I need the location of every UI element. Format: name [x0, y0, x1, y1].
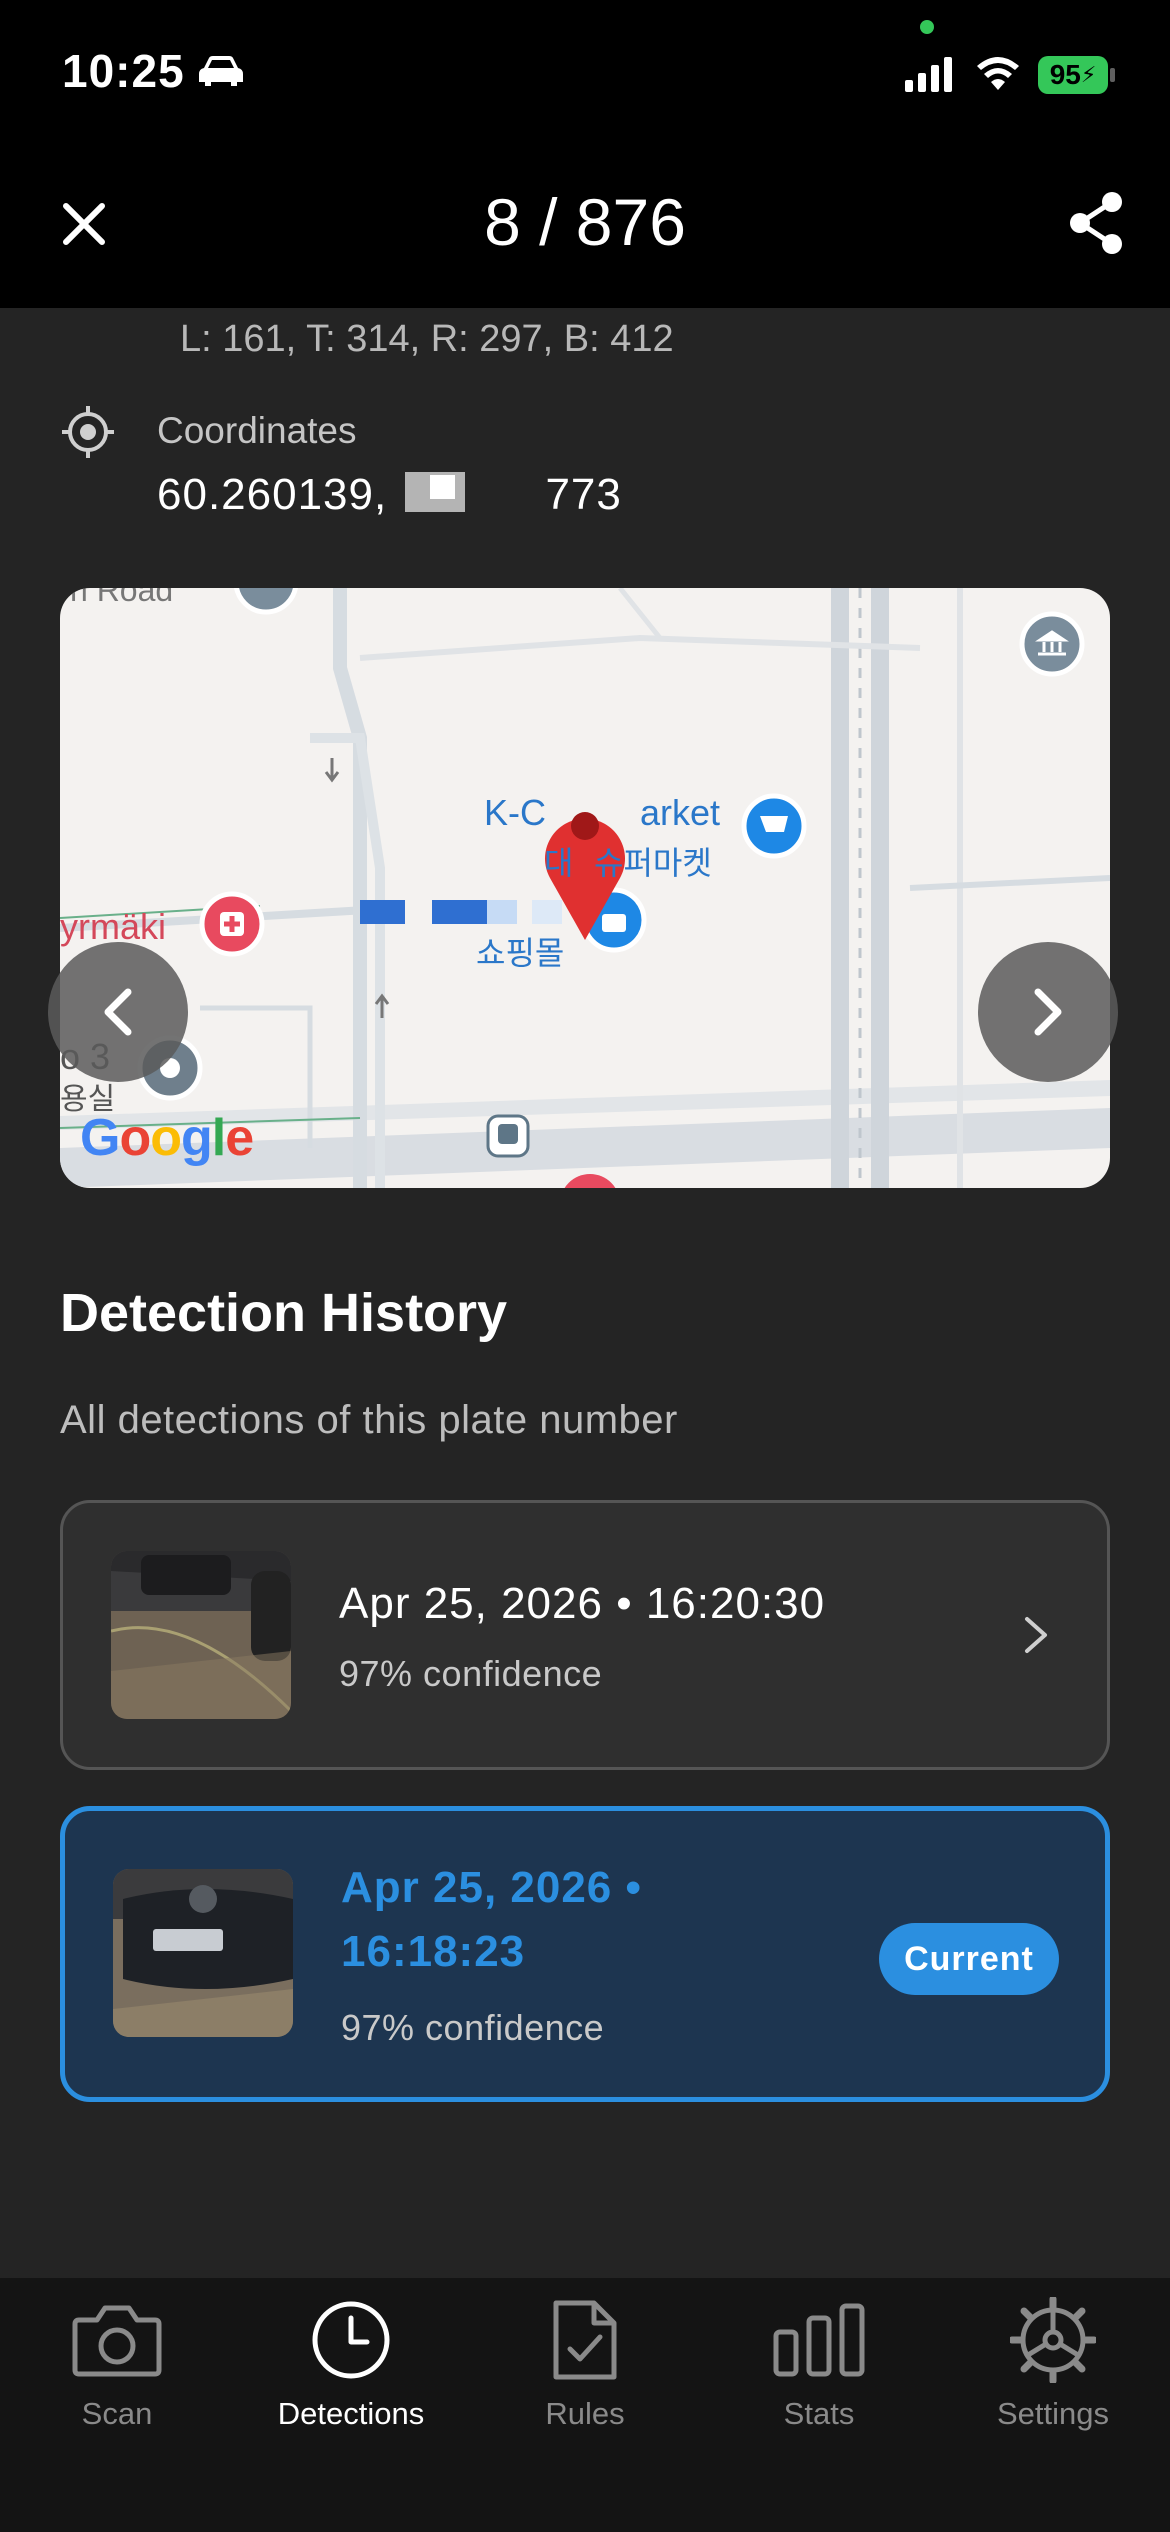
- detection-thumbnail: [113, 1869, 293, 2037]
- chevron-right-icon: [1025, 1617, 1047, 1653]
- map-label-korean-b: 슈퍼마켓: [594, 845, 712, 881]
- next-button[interactable]: [978, 942, 1118, 1082]
- location-target-icon: [62, 406, 114, 458]
- detection-date-line1: Apr 25, 2026 •: [341, 1863, 642, 1912]
- tab-label: Stats: [783, 2396, 855, 2431]
- tab-bar: Scan Detections Rules Stats Settings: [0, 2278, 1170, 2532]
- tab-scan[interactable]: Scan: [0, 2278, 234, 2478]
- detection-history-subtitle: All detections of this plate number: [60, 1398, 678, 1442]
- detection-date-line2: 16:18:23: [341, 1927, 526, 1976]
- map-label-shopping: 쇼핑몰: [476, 935, 565, 971]
- detection-confidence: 97% confidence: [339, 1653, 603, 1694]
- history-item-current[interactable]: Apr 25, 2026 • 16:18:23 97% confidence C…: [60, 1806, 1110, 2102]
- camera-icon: [72, 2305, 162, 2377]
- map-roads: [60, 588, 1110, 1188]
- top-navigation: 8 / 876: [0, 150, 1170, 308]
- map-label-korean-a: 대: [544, 845, 574, 881]
- redaction-block: [430, 475, 455, 499]
- clock-icon: [312, 2301, 390, 2379]
- tab-label: Scan: [81, 2396, 153, 2431]
- coordinates-value: 60.260139, 773: [157, 470, 622, 519]
- map-label-road-top: n Road: [70, 588, 174, 608]
- battery-tip: [1110, 68, 1115, 82]
- tab-rules[interactable]: Rules: [468, 2278, 702, 2478]
- map-label-market-2: arket: [640, 792, 721, 833]
- coordinates-label: Coordinates: [157, 410, 357, 451]
- status-time: 10:25: [62, 45, 185, 97]
- share-icon[interactable]: [1066, 190, 1126, 256]
- tab-label: Rules: [545, 2396, 625, 2431]
- map-view[interactable]: K-C arket 대 슈퍼마켓 쇼핑몰 yrmäki o 3 용실 n Roa…: [60, 588, 1110, 1188]
- tab-label: Settings: [996, 2396, 1109, 2431]
- bounding-box-text: L: 161, T: 314, R: 297, B: 412: [180, 318, 674, 360]
- tab-stats[interactable]: Stats: [702, 2278, 936, 2478]
- bar-chart-icon: [773, 2303, 865, 2377]
- page-counter: 8 / 876: [484, 185, 686, 259]
- chevron-right-icon: [1034, 988, 1062, 1036]
- chevron-left-icon: [104, 988, 132, 1036]
- history-item[interactable]: Apr 25, 2026 • 16:20:30 97% confidence: [60, 1500, 1110, 1770]
- map-label-market: K-C: [484, 792, 546, 833]
- microphone-indicator: [920, 20, 934, 34]
- battery-indicator: 95 ⚡: [1038, 56, 1108, 94]
- car-icon: [199, 56, 243, 86]
- detection-thumbnail: [111, 1551, 291, 1719]
- status-bar: 10:25 95 ⚡: [0, 0, 1170, 150]
- previous-button[interactable]: [48, 942, 188, 1082]
- tab-detections[interactable]: Detections: [234, 2278, 468, 2478]
- detection-confidence: 97% confidence: [341, 2007, 605, 2048]
- google-logo: Google: [80, 1109, 254, 1167]
- document-check-icon: [553, 2300, 617, 2380]
- tab-label: Detections: [277, 2396, 425, 2431]
- gear-icon: [1010, 2297, 1096, 2383]
- current-badge: Current: [879, 1923, 1059, 1995]
- detection-history-title: Detection History: [60, 1283, 508, 1343]
- wifi-icon: [977, 57, 1019, 90]
- tab-settings[interactable]: Settings: [936, 2278, 1170, 2478]
- detection-date: Apr 25, 2026 • 16:20:30: [339, 1579, 826, 1628]
- signal-icon: [905, 57, 952, 92]
